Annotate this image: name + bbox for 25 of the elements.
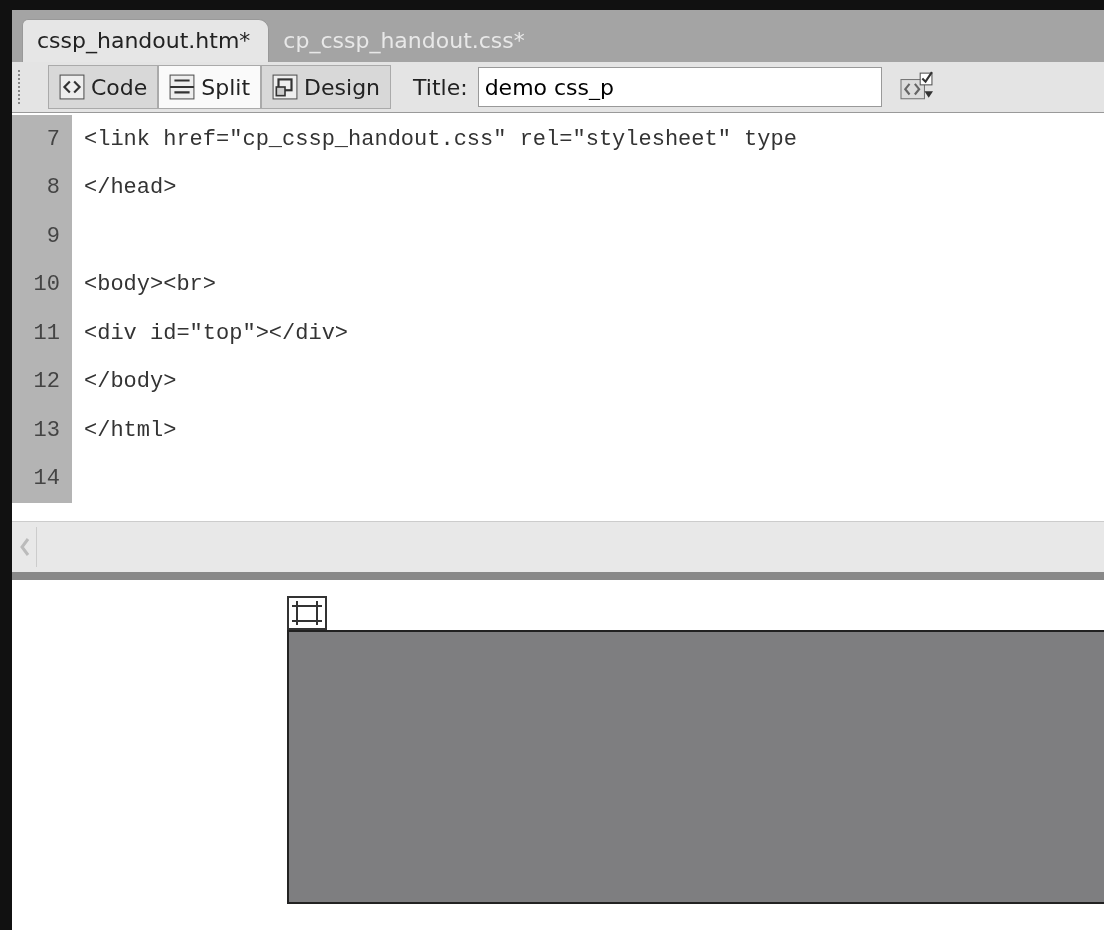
- code-line: <div id="top"></div>: [84, 320, 349, 346]
- div-tag-icon[interactable]: [287, 596, 327, 630]
- line-number: 13: [12, 406, 72, 455]
- code-line: <body><br>: [84, 272, 217, 298]
- code-icon: [59, 74, 85, 100]
- code-line: </html>: [84, 417, 177, 443]
- document-tab[interactable]: cssp_handout.htm*: [22, 19, 270, 62]
- line-number: 7: [12, 115, 72, 164]
- design-view-button[interactable]: Design: [261, 65, 392, 109]
- title-label: Title:: [413, 74, 468, 100]
- design-view-icon: [272, 74, 299, 100]
- code-view-button[interactable]: Code: [48, 65, 159, 109]
- line-number: 14: [12, 454, 72, 503]
- code-line: </body>: [84, 369, 177, 395]
- split-view-icon: [169, 74, 196, 100]
- split-view-button[interactable]: Split: [158, 65, 262, 109]
- line-number: 10: [12, 260, 72, 309]
- line-number: 11: [12, 309, 72, 358]
- line-number: 12: [12, 357, 72, 406]
- title-field[interactable]: demo css_p: [477, 67, 882, 107]
- horizontal-scrollbar[interactable]: [12, 521, 1104, 580]
- line-number: 8: [12, 163, 72, 212]
- code-line: </head>: [84, 175, 177, 201]
- line-number: 9: [12, 212, 72, 261]
- code-line: <link href="cp_cssp_handout.css" rel="stylesheet" type: [84, 126, 797, 152]
